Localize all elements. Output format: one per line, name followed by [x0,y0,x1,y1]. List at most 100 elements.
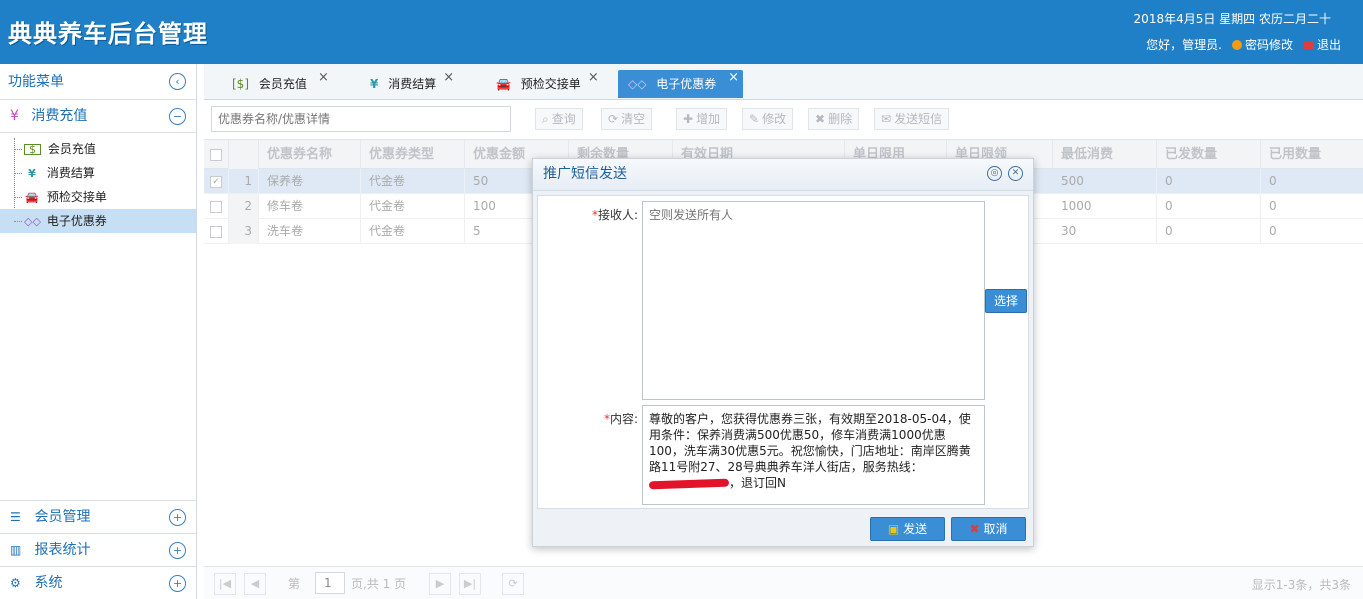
logout-label: 退出 [1316,38,1341,52]
col-header[interactable]: 已发数量 [1157,140,1261,169]
row-number-header [229,140,259,169]
toolbar: ⌕查询 ⟳清空 ✚增加 ✎修改 ✖删除 ✉发送短信 [204,101,1363,137]
query-label: 查询 [551,112,576,126]
col-header[interactable]: 最低消费 [1053,140,1157,169]
select-all-checkbox[interactable] [204,140,229,169]
yen-icon: ¥ [370,77,379,91]
cell-min: 30 [1053,219,1157,244]
tab-member-recharge[interactable]: [$] 会员充值 × [222,70,329,98]
tab-label: 会员充值 [258,77,307,91]
row-checkbox[interactable] [204,194,229,219]
sidebar: 功能菜单 ‹ ¥ 消费充值 − $ 会员充值 ¥ 消费结算 🚘 预检交接单 ◇◇… [0,64,197,599]
delete-icon: ✖ [815,112,826,126]
clear-button[interactable]: ⟳ 清空 [601,108,653,130]
expand-group-icon[interactable]: + [169,542,186,559]
edit-button[interactable]: ✎ 修改 [742,108,794,130]
recipient-field[interactable] [642,201,985,400]
pagination-bar: |◀ ◀ 第 1 页,共 1 页 ▶ ▶| ⟳ 显示1-3条，共3条 [204,566,1363,599]
sidebar-item-coupon[interactable]: ◇◇ 电子优惠券 [0,209,196,233]
prev-page-button[interactable]: ◀ [244,573,266,595]
add-label: 增加 [696,112,721,126]
app-header: 典典养车后台管理 2018年4月5日 星期四 农历二月二十 您好，管理员. 密码… [0,0,1363,64]
sidebar-group-consume[interactable]: ¥ 消费充值 − [0,100,196,133]
coupon-icon: ◇◇ [628,77,647,91]
sidebar-item-precheck[interactable]: 🚘 预检交接单 [0,185,196,209]
page-number-input[interactable]: 1 [315,572,345,594]
sidebar-item-member-recharge[interactable]: $ 会员充值 [0,137,196,161]
sidebar-group-label: 系统 [34,575,63,591]
car-icon: 🚘 [25,191,39,204]
logout-link[interactable]: 退出 [1302,36,1341,53]
yen-icon: ¥ [28,167,36,180]
app-logo: 典典养车后台管理 [8,20,208,48]
cell-name: 洗车卷 [259,219,361,244]
coupon-icon: ◇◇ [24,215,41,228]
tab-settlement[interactable]: ¥ 消费结算 × [360,70,458,98]
collapse-sidebar-icon[interactable]: ‹ [169,73,186,90]
send-label: 发送 [903,522,928,536]
sidebar-group-reports[interactable]: ▥ 报表统计 + [0,533,196,566]
sidebar-item-label: 电子优惠券 [46,214,107,228]
query-button[interactable]: ⌕ 查询 [535,108,583,130]
dialog-title-bar: 推广短信发送 ◎ ✕ [533,159,1033,191]
cancel-button[interactable]: ✖ 取消 [951,517,1026,541]
close-icon[interactable]: × [728,64,739,92]
tab-coupon[interactable]: ◇◇ 电子优惠券 × [618,70,743,98]
maximize-icon[interactable]: ◎ [987,166,1002,181]
page-info: 显示1-3条，共3条 [1251,578,1351,592]
sms-dialog: 推广短信发送 ◎ ✕ *接收人: 选择 *内容: 尊敬的客户，您获得优惠券三张，… [532,158,1034,547]
send-sms-button[interactable]: ✉ 发送短信 [874,108,950,130]
dialog-tools: ◎ ✕ [987,166,1023,181]
refresh-icon[interactable]: ⟳ [502,573,524,595]
change-password-link[interactable]: 密码修改 [1231,36,1293,53]
sidebar-group-label: 会员管理 [34,509,91,525]
header-user-area: 您好，管理员. 密码修改 退出 [1146,36,1341,53]
logout-icon [1302,40,1314,49]
expand-group-icon[interactable]: + [169,575,186,592]
sidebar-tree: $ 会员充值 ¥ 消费结算 🚘 预检交接单 ◇◇ 电子优惠券 [0,133,196,233]
close-icon[interactable]: × [318,64,329,92]
sidebar-group-member[interactable]: ☰ 会员管理 + [0,500,196,533]
add-button[interactable]: ✚ 增加 [676,108,728,130]
delete-button[interactable]: ✖ 删除 [808,108,860,130]
change-password-label: 密码修改 [1244,38,1293,52]
tab-label: 预检交接单 [520,77,581,91]
tab-bar: [$] 会员充值 × ¥ 消费结算 × 🚘 预检交接单 × ◇◇ 电子优惠券 × [204,64,1363,100]
content-field[interactable]: 尊敬的客户，您获得优惠券三张，有效期至2018-05-04，使用条件：保养消费满… [642,405,985,505]
cell-used: 0 [1269,199,1277,213]
gear-icon: ⚙ [10,576,21,590]
sidebar-group-system[interactable]: ⚙ 系统 + [0,566,196,599]
pencil-icon: ✎ [749,112,760,126]
close-icon[interactable]: × [588,64,599,92]
last-page-button[interactable]: ▶| [459,573,481,595]
select-recipient-button[interactable]: 选择 [985,289,1027,313]
col-header[interactable]: 已用数量 [1261,140,1363,169]
dialog-title: 推广短信发送 [543,166,627,182]
col-header[interactable]: 优惠券名称 [259,140,361,169]
next-page-button[interactable]: ▶ [429,573,451,595]
close-icon[interactable]: × [443,64,454,92]
col-header[interactable]: 优惠券类型 [361,140,465,169]
sidebar-title: 功能菜单 ‹ [0,64,196,100]
cancel-icon: ✖ [969,522,980,536]
tab-precheck[interactable]: 🚘 预检交接单 × [486,70,603,98]
row-checkbox[interactable] [204,219,229,244]
tab-label: 消费结算 [388,77,437,91]
send-sms-label: 发送短信 [894,112,943,126]
cell-name: 保养卷 [259,169,361,194]
cell-min: 500 [1053,169,1157,194]
search-input[interactable] [211,106,511,132]
sidebar-item-settlement[interactable]: ¥ 消费结算 [0,161,196,185]
row-checkbox[interactable]: ✓ [204,169,229,194]
money-icon: $ [24,144,41,155]
send-button[interactable]: ▣ 发送 [870,517,945,541]
greeting-text: 您好，管理员. [1146,38,1222,52]
first-page-button[interactable]: |◀ [214,573,236,595]
sidebar-item-label: 预检交接单 [46,190,107,204]
close-icon[interactable]: ✕ [1008,166,1023,181]
cell-name: 修车卷 [259,194,361,219]
collapse-group-icon[interactable]: − [169,108,186,125]
expand-group-icon[interactable]: + [169,509,186,526]
chart-icon: ▥ [10,543,22,557]
cell-type: 代金卷 [361,194,465,219]
